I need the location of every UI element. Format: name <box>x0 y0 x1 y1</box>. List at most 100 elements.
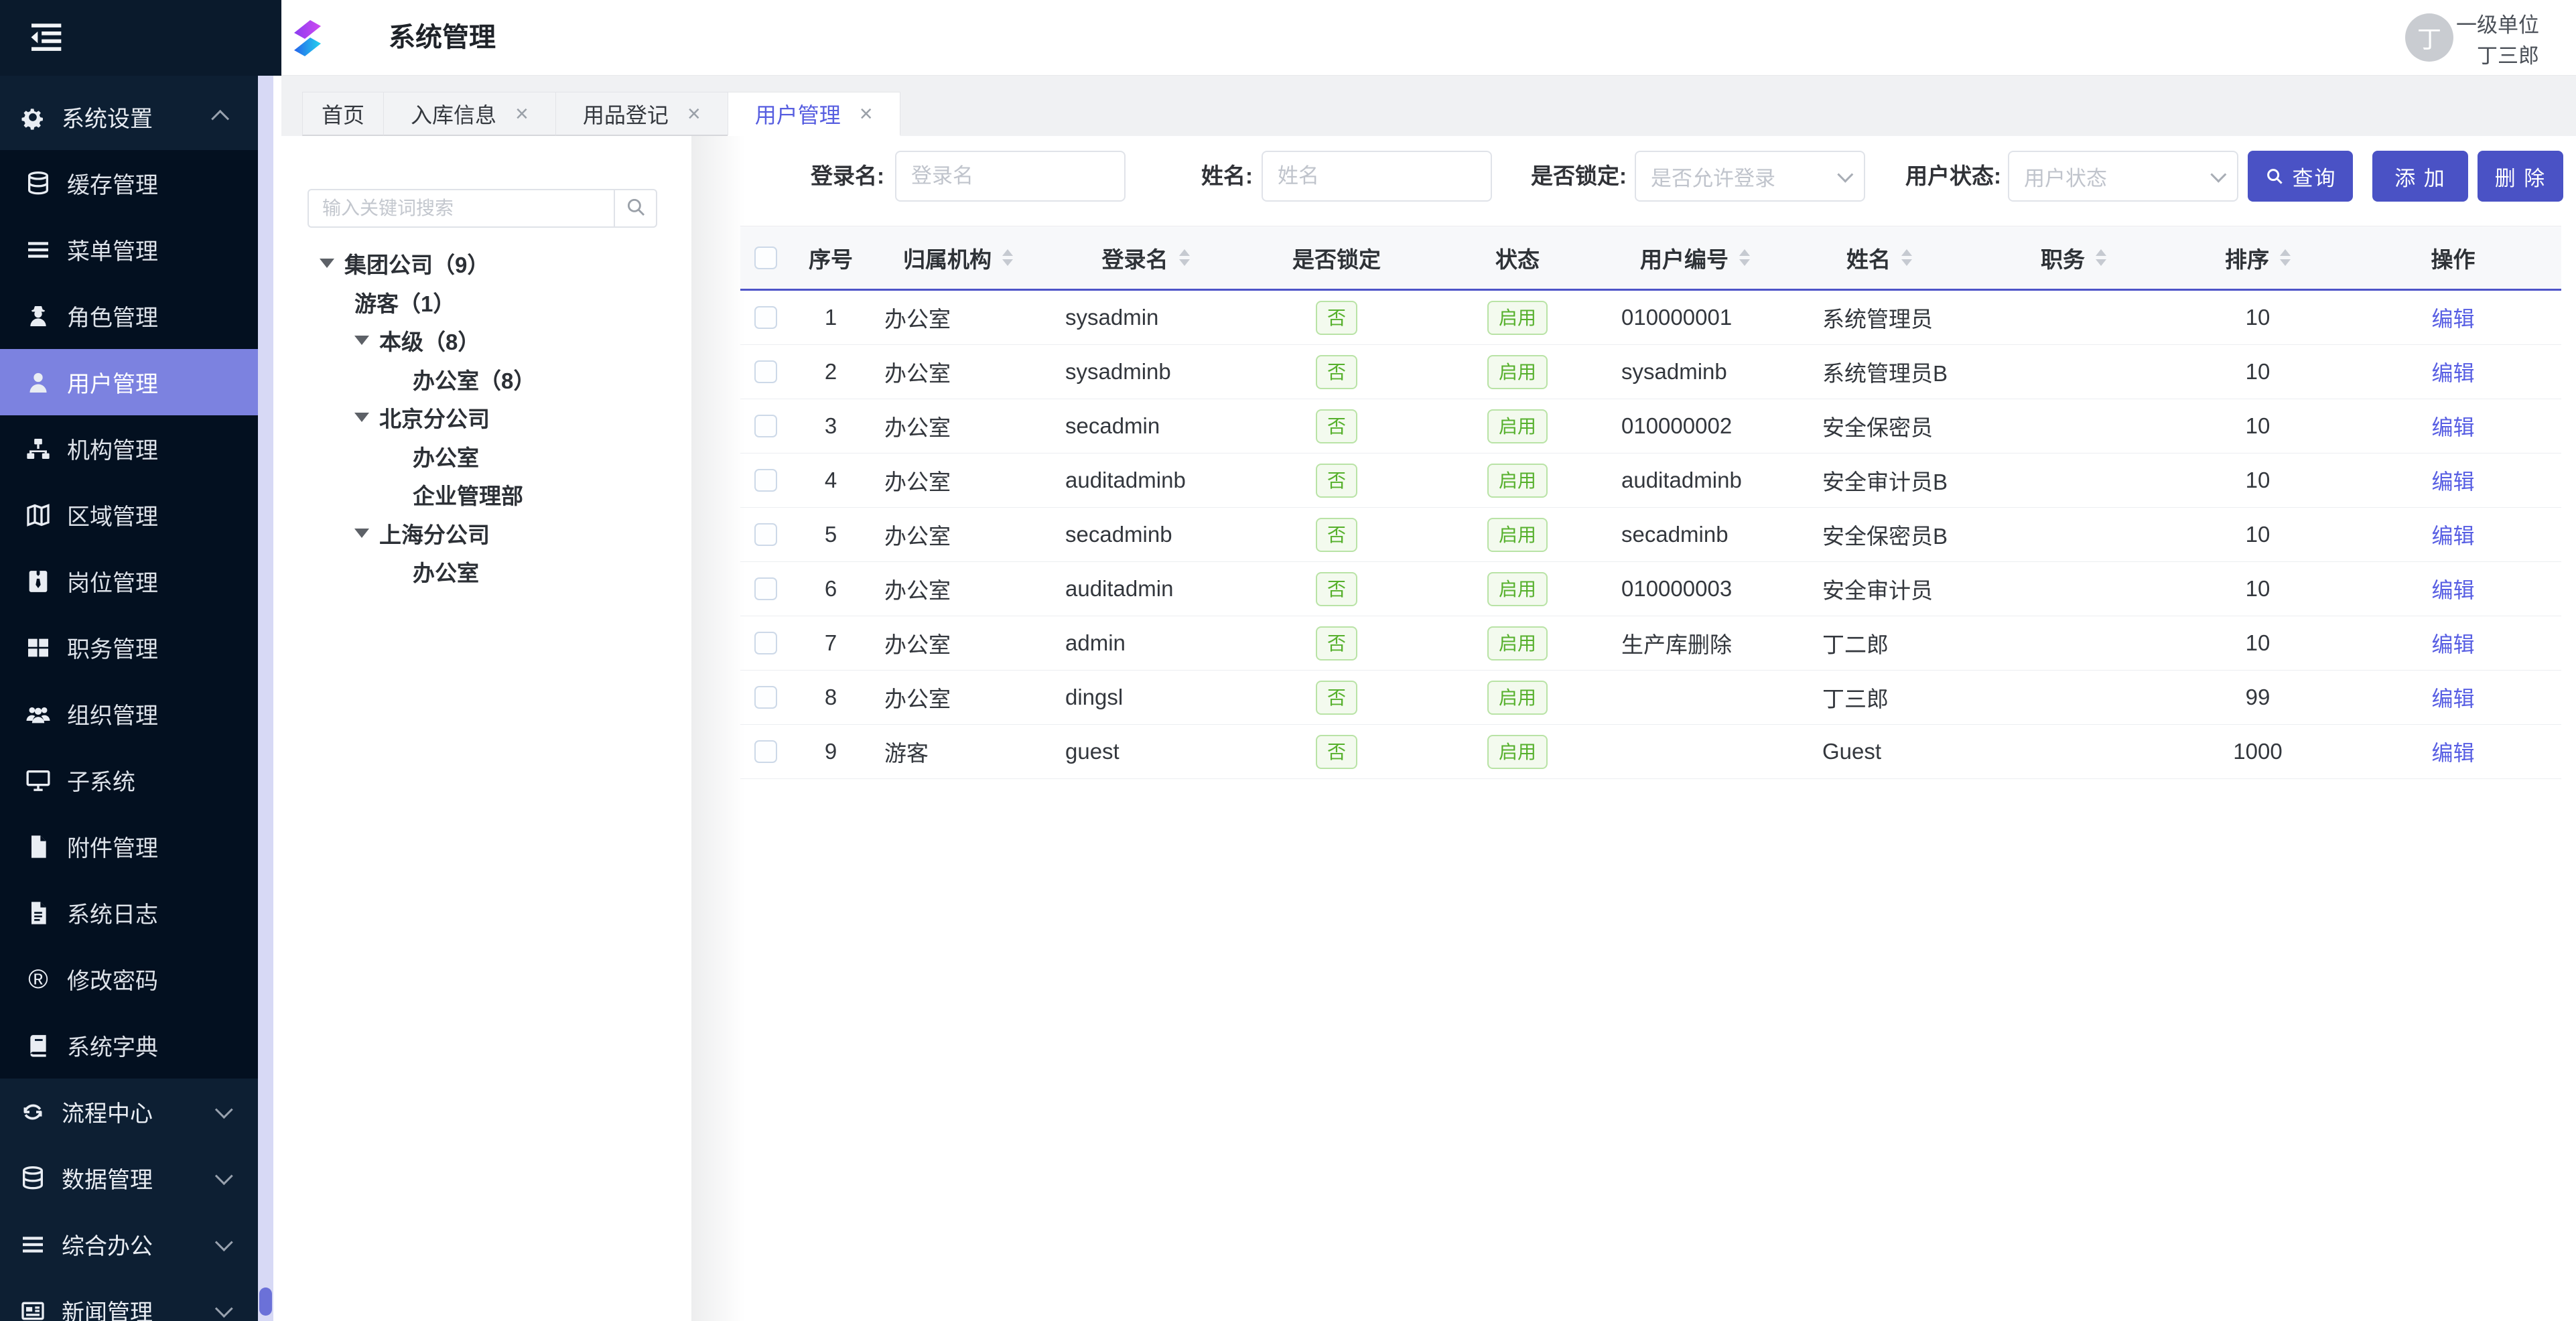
row-checkbox[interactable] <box>754 469 777 492</box>
row-checkbox[interactable] <box>754 632 777 654</box>
close-icon[interactable]: × <box>515 102 529 125</box>
sort-desc-icon[interactable] <box>1179 259 1190 266</box>
locked-filter-select[interactable]: 是否允许登录 <box>1635 151 1865 202</box>
sort-desc-icon[interactable] <box>1739 259 1750 266</box>
column-header-order[interactable]: 排序 <box>2171 242 2345 274</box>
sort-desc-icon[interactable] <box>2096 259 2106 266</box>
locked-badge: 否 <box>1316 355 1357 389</box>
close-icon[interactable]: × <box>860 102 873 125</box>
close-icon[interactable]: × <box>687 102 701 125</box>
tree-node-办公室[interactable]: 办公室 <box>281 552 479 590</box>
column-header-userno[interactable]: 用户编号 <box>1608 242 1782 274</box>
caret-down-icon[interactable] <box>354 413 369 422</box>
cell-value: 10 <box>2246 630 2270 656</box>
row-checkbox[interactable] <box>754 360 777 383</box>
column-header-duty[interactable]: 职务 <box>1976 242 2171 274</box>
sidebar-item-修改密码[interactable]: ®修改密码 <box>0 946 258 1012</box>
sort-asc-icon[interactable] <box>2096 249 2106 256</box>
sidebar-item-菜单管理[interactable]: 菜单管理 <box>0 216 258 283</box>
tree-node-本级（8）[interactable]: 本级（8） <box>281 321 480 359</box>
sort-icons[interactable] <box>2096 249 2106 266</box>
select-all-checkbox[interactable] <box>754 247 777 269</box>
sidebar-scrollbar-thumb[interactable] <box>259 1288 272 1316</box>
sidebar-item-附件管理[interactable]: 附件管理 <box>0 813 258 880</box>
column-header-name[interactable]: 姓名 <box>1782 242 1976 274</box>
tree-node-北京分公司[interactable]: 北京分公司 <box>281 398 490 436</box>
sort-asc-icon[interactable] <box>1179 249 1190 256</box>
column-header-login[interactable]: 登录名 <box>1045 242 1246 274</box>
edit-link[interactable]: 编辑 <box>2431 682 2474 713</box>
caret-down-icon[interactable] <box>320 259 334 268</box>
sidebar-item-职务管理[interactable]: 职务管理 <box>0 614 258 681</box>
sidebar-item-岗位管理[interactable]: 岗位管理 <box>0 548 258 614</box>
sort-desc-icon[interactable] <box>1002 259 1013 266</box>
login-filter-input[interactable] <box>895 151 1126 202</box>
sidebar-group-数据管理[interactable]: 数据管理 <box>0 1145 258 1211</box>
tree-node-上海分公司[interactable]: 上海分公司 <box>281 514 490 552</box>
tree-node-游客（1）[interactable]: 游客（1） <box>281 283 455 321</box>
cell-value: 5 <box>825 522 837 547</box>
avatar[interactable]: 丁 <box>2405 13 2453 62</box>
column-header-label: 职务 <box>2041 242 2085 274</box>
tab-用户管理[interactable]: 用户管理× <box>728 92 900 136</box>
sidebar-item-子系统[interactable]: 子系统 <box>0 747 258 813</box>
row-checkbox[interactable] <box>754 523 777 546</box>
cell-order: 10 <box>2171 522 2345 547</box>
tab-入库信息[interactable]: 入库信息× <box>383 92 556 136</box>
sort-icons[interactable] <box>1901 249 1912 266</box>
row-checkbox[interactable] <box>754 415 777 437</box>
add-button[interactable]: 添 加 <box>2372 151 2468 202</box>
sidebar-group-系统设置[interactable]: 系统设置 <box>0 84 258 150</box>
tree-node-企业管理部[interactable]: 企业管理部 <box>281 475 523 513</box>
sort-asc-icon[interactable] <box>2280 249 2291 256</box>
sidebar-item-角色管理[interactable]: 角色管理 <box>0 283 258 349</box>
row-checkbox[interactable] <box>754 577 777 600</box>
sidebar-item-组织管理[interactable]: 组织管理 <box>0 681 258 747</box>
edit-link[interactable]: 编辑 <box>2431 302 2474 333</box>
row-checkbox[interactable] <box>754 686 777 709</box>
tree-search-input[interactable] <box>308 189 614 228</box>
tree-node-集团公司（9）[interactable]: 集团公司（9） <box>281 244 489 282</box>
search-button[interactable]: 查询 <box>2248 151 2353 202</box>
edit-link[interactable]: 编辑 <box>2431 519 2474 550</box>
edit-link[interactable]: 编辑 <box>2431 411 2474 441</box>
name-filter-input[interactable] <box>1262 151 1492 202</box>
tree-search-button[interactable] <box>614 189 657 228</box>
sort-desc-icon[interactable] <box>2280 259 2291 266</box>
delete-button[interactable]: 删 除 <box>2478 151 2563 202</box>
edit-link[interactable]: 编辑 <box>2431 628 2474 658</box>
sort-asc-icon[interactable] <box>1901 249 1912 256</box>
caret-down-icon[interactable] <box>354 336 369 345</box>
edit-link[interactable]: 编辑 <box>2431 736 2474 767</box>
sort-asc-icon[interactable] <box>1739 249 1750 256</box>
sidebar-collapse-button[interactable] <box>27 19 64 56</box>
edit-link[interactable]: 编辑 <box>2431 573 2474 604</box>
sort-icons[interactable] <box>2280 249 2291 266</box>
sort-asc-icon[interactable] <box>1002 249 1013 256</box>
tab-首页[interactable]: 首页 <box>302 92 384 136</box>
row-checkbox[interactable] <box>754 740 777 763</box>
tab-用品登记[interactable]: 用品登记× <box>555 92 728 136</box>
sidebar-item-机构管理[interactable]: 机构管理 <box>0 415 258 482</box>
sidebar-item-用户管理[interactable]: 用户管理 <box>0 349 258 415</box>
row-checkbox[interactable] <box>754 306 777 329</box>
sort-icons[interactable] <box>1179 249 1190 266</box>
column-header-org[interactable]: 归属机构 <box>871 242 1045 274</box>
sidebar-group-综合办公[interactable]: 综合办公 <box>0 1211 258 1277</box>
sidebar-scrollbar[interactable] <box>258 76 273 1321</box>
caret-down-icon[interactable] <box>354 529 369 538</box>
sidebar-item-系统字典[interactable]: 系统字典 <box>0 1012 258 1079</box>
sidebar-item-系统日志[interactable]: 系统日志 <box>0 880 258 946</box>
edit-link[interactable]: 编辑 <box>2431 465 2474 496</box>
sort-icons[interactable] <box>1002 249 1013 266</box>
sort-icons[interactable] <box>1739 249 1750 266</box>
sidebar-group-新闻管理[interactable]: 新闻管理 <box>0 1277 258 1321</box>
tree-node-办公室[interactable]: 办公室 <box>281 437 479 475</box>
tree-node-办公室（8）[interactable]: 办公室（8） <box>281 360 535 398</box>
sidebar-group-流程中心[interactable]: 流程中心 <box>0 1079 258 1145</box>
sidebar-item-缓存管理[interactable]: 缓存管理 <box>0 150 258 216</box>
sort-desc-icon[interactable] <box>1901 259 1912 266</box>
status-filter-select[interactable]: 用户状态 <box>2008 151 2238 202</box>
sidebar-item-区域管理[interactable]: 区域管理 <box>0 482 258 548</box>
edit-link[interactable]: 编辑 <box>2431 356 2474 387</box>
